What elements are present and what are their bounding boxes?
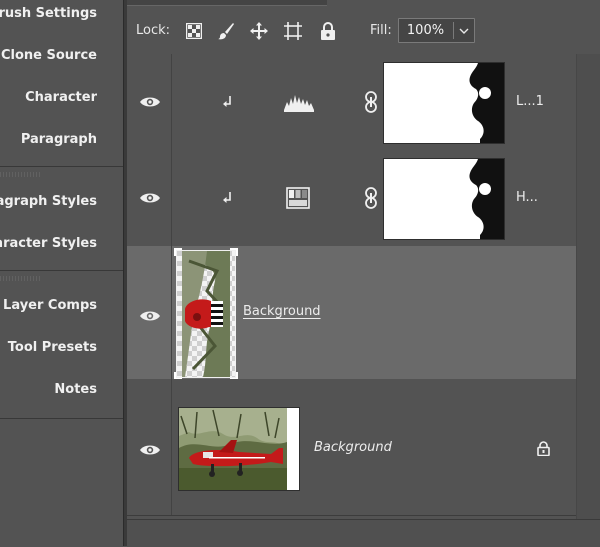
- lock-all-icon[interactable]: [318, 21, 338, 41]
- dock-item-label: Character Styles: [0, 236, 97, 251]
- layer-mask-thumbnail[interactable]: [383, 62, 505, 144]
- lock-bar: Lock: Fill: 100%: [127, 8, 600, 54]
- layer-row[interactable]: Background: [127, 379, 576, 516]
- dock-item-label: Notes: [54, 382, 97, 397]
- dock-group-divider: [0, 166, 123, 167]
- visibility-eye-icon[interactable]: [139, 95, 161, 109]
- layer-filter-strip: [127, 0, 327, 6]
- selection-corner-marker: [230, 248, 238, 256]
- layer-name[interactable]: L...1: [516, 94, 544, 109]
- lock-transparent-pixels-icon[interactable]: [184, 21, 204, 41]
- visibility-eye-icon[interactable]: [139, 443, 161, 457]
- dock-group-divider: [0, 418, 123, 419]
- dock-item-notes[interactable]: Notes: [0, 370, 123, 410]
- hue-saturation-icon[interactable]: [286, 187, 310, 209]
- dock-item-label: Clone Source: [0, 48, 97, 63]
- dock-group-grip[interactable]: [0, 276, 40, 281]
- lock-label: Lock:: [136, 23, 171, 38]
- panel-dock: Brush Settings Clone Source Character Pa…: [0, 0, 124, 546]
- layer-name[interactable]: Background: [243, 304, 321, 319]
- dock-item-label: Paragraph: [20, 132, 97, 147]
- layers-scrollbar[interactable]: [576, 54, 600, 519]
- mask-link-chain-icon[interactable]: [364, 187, 378, 209]
- layer-mask-thumbnail[interactable]: [383, 158, 505, 240]
- dock-item-character-styles[interactable]: Character Styles: [0, 224, 123, 264]
- lock-position-icon[interactable]: [249, 21, 269, 41]
- eye-column-divider: [171, 150, 172, 246]
- layer-name[interactable]: Background: [314, 440, 392, 455]
- visibility-eye-icon[interactable]: [139, 191, 161, 205]
- eye-column-divider: [171, 54, 172, 150]
- dock-item-label: Tool Presets: [7, 340, 97, 355]
- clipping-mask-arrow-icon: [223, 192, 231, 203]
- selection-corner-marker: [174, 248, 182, 256]
- fill-label: Fill:: [370, 23, 392, 38]
- layer-thumbnail[interactable]: [174, 248, 238, 380]
- lock-image-pixels-icon[interactable]: [216, 21, 236, 41]
- dock-group-grip[interactable]: [0, 172, 40, 177]
- chevron-down-icon[interactable]: [455, 19, 473, 42]
- eye-column-divider: [171, 379, 172, 515]
- layers-list: L...1 H... Background Background: [127, 54, 576, 519]
- fill-value[interactable]: 100%: [399, 19, 452, 42]
- mask-link-chain-icon[interactable]: [364, 91, 378, 113]
- clipping-mask-arrow-icon: [223, 96, 231, 107]
- dock-item-brush-settings[interactable]: Brush Settings: [0, 0, 123, 34]
- layer-lock-icon: [537, 441, 550, 456]
- layer-row[interactable]: L...1: [127, 54, 576, 151]
- dock-item-label: Brush Settings: [0, 6, 97, 21]
- fill-divider: [453, 22, 454, 39]
- visibility-eye-icon[interactable]: [139, 309, 161, 323]
- layer-row[interactable]: H...: [127, 150, 576, 247]
- eye-column-divider: [171, 246, 172, 379]
- layers-bottom-bar: [127, 519, 600, 547]
- dock-item-label: Layer Comps: [3, 298, 97, 313]
- layer-name[interactable]: H...: [516, 190, 538, 205]
- dock-group-divider: [0, 270, 123, 271]
- dock-item-layer-comps[interactable]: Layer Comps: [0, 286, 123, 326]
- fill-input[interactable]: 100%: [398, 18, 475, 43]
- layer-row-selected[interactable]: Background: [127, 246, 576, 380]
- levels-icon[interactable]: [284, 92, 314, 112]
- dock-item-paragraph[interactable]: Paragraph: [0, 120, 123, 160]
- layers-panel: Lock: Fill: 100% L...1 H... Background B…: [127, 0, 600, 547]
- lock-artboard-icon[interactable]: [283, 21, 303, 41]
- dock-item-label: Paragraph Styles: [0, 194, 97, 209]
- dock-item-label: Character: [25, 90, 97, 105]
- dock-item-clone-source[interactable]: Clone Source: [0, 36, 123, 76]
- dock-item-character[interactable]: Character: [0, 78, 123, 118]
- dock-item-paragraph-styles[interactable]: Paragraph Styles: [0, 182, 123, 222]
- dock-item-tool-presets[interactable]: Tool Presets: [0, 328, 123, 368]
- layer-thumbnail[interactable]: [178, 407, 300, 491]
